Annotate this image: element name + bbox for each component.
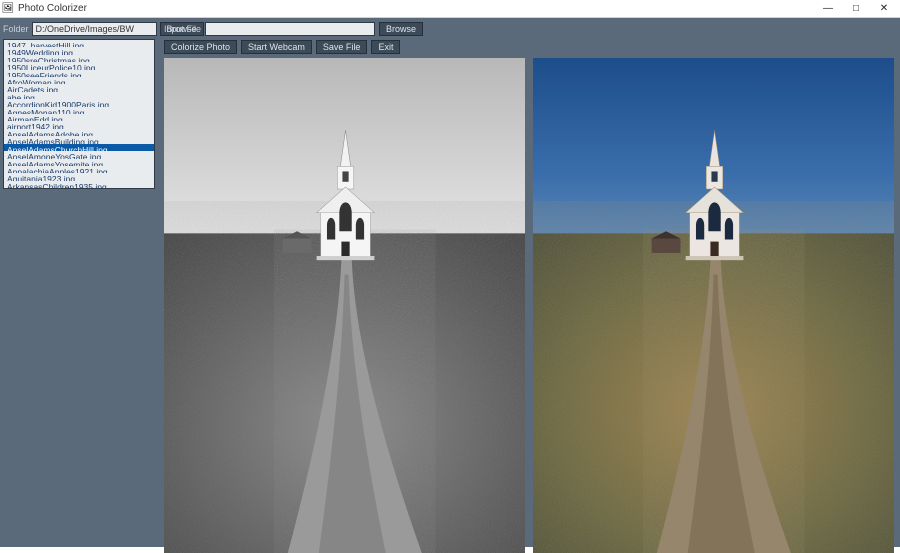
- exit-button[interactable]: Exit: [371, 40, 400, 54]
- colorize-button[interactable]: Colorize Photo: [164, 40, 237, 54]
- close-button[interactable]: ✕: [870, 1, 898, 17]
- input-browse-button[interactable]: Browse: [379, 22, 423, 36]
- file-list-item[interactable]: AnselAdamsAdobe.jpg: [4, 129, 154, 136]
- folder-input[interactable]: [32, 22, 157, 36]
- file-list-item[interactable]: AfroWoman.jpg: [4, 77, 154, 84]
- file-list-item[interactable]: Aquitania1923.jpg: [4, 173, 154, 180]
- file-list-item[interactable]: AnselAmoneYosGate.jpg: [4, 151, 154, 158]
- maximize-button[interactable]: □: [842, 1, 870, 17]
- file-list-item[interactable]: 1947_harvestHill.jpg: [4, 40, 154, 47]
- file-list-item[interactable]: AgnesMonan110.jpg: [4, 107, 154, 114]
- file-list-item[interactable]: 1950LiceurPolice10.jpg: [4, 62, 154, 69]
- input-file-label: Input File: [164, 24, 201, 34]
- webcam-button[interactable]: Start Webcam: [241, 40, 312, 54]
- titlebar: 🖼 Photo Colorizer — □ ✕: [0, 0, 900, 18]
- file-list[interactable]: 1947_harvestHill.jpg1949Wedding.jpg1950s…: [3, 39, 155, 189]
- input-file-field[interactable]: [205, 22, 375, 36]
- file-list-item[interactable]: 1949Wedding.jpg: [4, 47, 154, 54]
- app-icon: 🖼: [2, 3, 14, 15]
- file-list-item[interactable]: AnselAdamsYosemite.jpg: [4, 159, 154, 166]
- file-list-item[interactable]: AccordionKid1900Paris.jpg: [4, 99, 154, 106]
- file-list-item[interactable]: 1950sreChristmas.jpg: [4, 55, 154, 62]
- main-panel: Input File Browse Colorize Photo Start W…: [158, 18, 900, 547]
- colorized-image: [533, 58, 894, 553]
- file-list-item[interactable]: AnselAdamsChurchHill.jpg: [4, 144, 154, 151]
- sidebar: Folder Browse 1947_harvestHill.jpg1949We…: [0, 18, 158, 547]
- image-compare: [164, 58, 894, 553]
- file-list-item[interactable]: AirCadets.jpg: [4, 84, 154, 91]
- minimize-button[interactable]: —: [814, 1, 842, 17]
- file-list-item[interactable]: AirmanEdd.jpg: [4, 114, 154, 121]
- folder-label: Folder: [3, 24, 29, 34]
- save-button[interactable]: Save File: [316, 40, 368, 54]
- file-list-item[interactable]: abe.jpg: [4, 92, 154, 99]
- file-list-item[interactable]: 1950seeFriends.jpg: [4, 70, 154, 77]
- window-title: Photo Colorizer: [18, 3, 814, 14]
- file-list-item[interactable]: AppalachiaApples1921.jpg: [4, 166, 154, 173]
- file-list-item[interactable]: ArkansasChildren1935.jpg: [4, 181, 154, 188]
- original-image: [164, 58, 525, 553]
- app-body: Folder Browse 1947_harvestHill.jpg1949We…: [0, 18, 900, 547]
- file-list-item[interactable]: AnselAdamsBuilding.jpg: [4, 136, 154, 143]
- file-list-item[interactable]: airport1942.jpg: [4, 121, 154, 128]
